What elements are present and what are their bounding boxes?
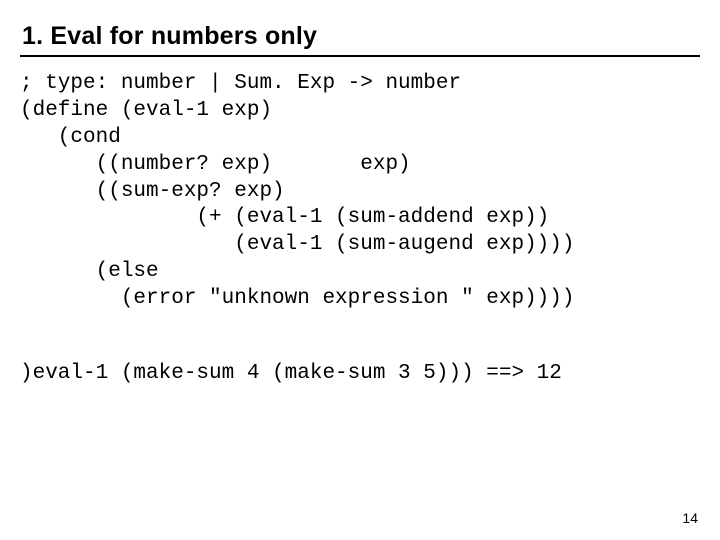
code-line: (define (eval-1 exp) — [20, 99, 272, 122]
slide-title: 1. Eval for numbers only — [22, 22, 702, 51]
example-line: )eval-1 (make-sum 4 (make-sum 3 5))) ==>… — [20, 361, 702, 388]
code-line: ((number? exp) exp) — [20, 153, 411, 176]
code-line: (error "unknown expression " exp)))) — [20, 287, 575, 310]
code-line: (else — [20, 260, 159, 283]
page-number: 14 — [682, 510, 698, 526]
code-block: ; type: number | Sum. Exp -> number (def… — [20, 71, 702, 313]
code-line: ((sum-exp? exp) — [20, 180, 285, 203]
code-line: (cond — [20, 126, 121, 149]
code-line: (+ (eval-1 (sum-addend exp)) — [20, 206, 549, 229]
code-line: ; type: number | Sum. Exp -> number — [20, 72, 461, 95]
code-line: (eval-1 (sum-augend exp)))) — [20, 233, 575, 256]
title-underline — [20, 55, 700, 57]
